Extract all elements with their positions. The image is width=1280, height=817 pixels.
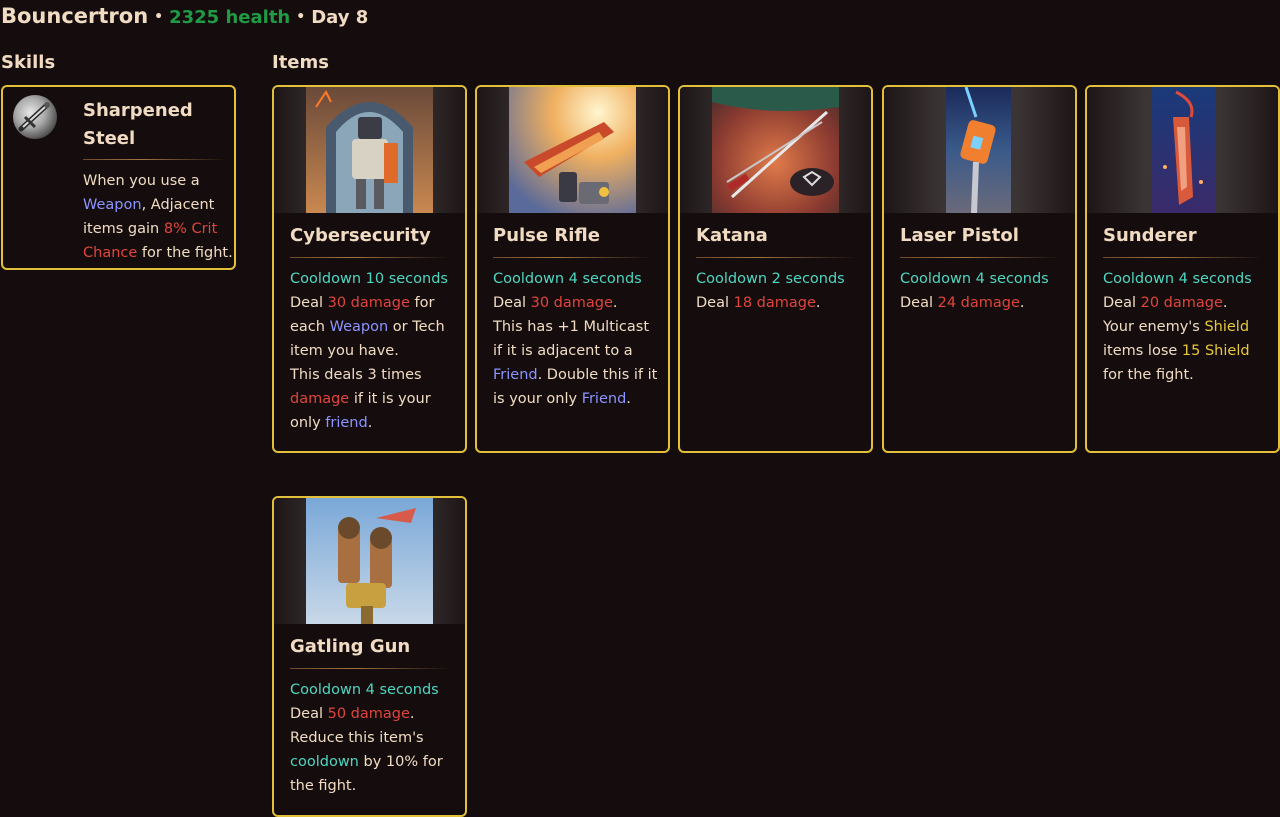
keyword-weapon: Weapon: [83, 197, 142, 213]
keyword-friend: Friend: [581, 391, 627, 407]
keyword-shield-amount: 15 Shield: [1181, 343, 1250, 359]
keyword-damage: damage: [290, 391, 350, 407]
item-title: Pulse Rifle: [493, 225, 600, 246]
item-description: Cooldown 4 seconds Deal 30 damage. This …: [493, 267, 658, 411]
item-description: Cooldown 4 seconds Deal 50 damage. Reduc…: [290, 678, 455, 798]
sword-skill-icon: [13, 95, 57, 139]
player-health: 2325 health: [169, 7, 291, 28]
day-counter: Day 8: [311, 7, 369, 28]
damage-value: 24 damage: [937, 295, 1020, 311]
keyword-cooldown: cooldown: [290, 754, 359, 770]
item-card-gatling-gun[interactable]: Gatling Gun Cooldown 4 seconds Deal 50 d…: [272, 496, 467, 817]
item-description: Cooldown 4 seconds Deal 24 damage.: [900, 267, 1065, 315]
item-title: Gatling Gun: [290, 636, 411, 657]
item-card-pulse-rifle[interactable]: Pulse Rifle Cooldown 4 seconds Deal 30 d…: [475, 85, 670, 453]
skill-card-sharpened-steel[interactable]: Sharpened Steel When you use a Weapon, Ad…: [1, 85, 236, 270]
item-cooldown: Cooldown 4 seconds: [493, 271, 642, 287]
item-description: Cooldown 2 seconds Deal 18 damage.: [696, 267, 861, 315]
item-title: Laser Pistol: [900, 225, 1019, 246]
katana-art-icon: [712, 87, 839, 213]
header-separator: •: [154, 9, 164, 25]
item-description: Cooldown 4 seconds Deal 20 damage. Your …: [1103, 267, 1268, 387]
sunderer-art-icon: [1151, 87, 1215, 213]
keyword-weapon: Weapon: [329, 319, 389, 335]
skills-heading: Skills: [1, 52, 56, 73]
item-title: Katana: [696, 225, 768, 246]
skill-description: When you use a Weapon, Adjacent items ga…: [83, 173, 233, 261]
damage-value: 30 damage: [530, 295, 613, 311]
damage-value: 50 damage: [327, 706, 410, 722]
skill-title: Sharpened Steel: [83, 100, 193, 149]
keyword-shield: Shield: [1204, 319, 1250, 335]
item-cooldown: Cooldown 2 seconds: [696, 271, 845, 287]
item-card-katana[interactable]: Katana Cooldown 2 seconds Deal 18 damage…: [678, 85, 873, 453]
item-card-cybersecurity[interactable]: Cybersecurity Cooldown 10 seconds Deal 3…: [272, 85, 467, 453]
item-cooldown: Cooldown 10 seconds: [290, 271, 448, 287]
item-cooldown: Cooldown 4 seconds: [900, 271, 1049, 287]
pulse-rifle-art-icon: [509, 87, 636, 213]
damage-value: 30 damage: [327, 295, 410, 311]
laser-pistol-art-icon: [946, 87, 1011, 213]
player-header: Bouncertron • 2325 health • Day 8: [1, 4, 368, 28]
item-card-sunderer[interactable]: Sunderer Cooldown 4 seconds Deal 20 dama…: [1085, 85, 1280, 453]
item-cooldown: Cooldown 4 seconds: [290, 682, 439, 698]
damage-value: 20 damage: [1140, 295, 1223, 311]
cybersecurity-art-icon: [306, 87, 433, 213]
item-description: Cooldown 10 seconds Deal 30 damage for e…: [290, 267, 455, 435]
damage-value: 18 damage: [733, 295, 816, 311]
gatling-gun-art-icon: [306, 498, 433, 624]
item-cooldown: Cooldown 4 seconds: [1103, 271, 1252, 287]
keyword-friend: Friend: [493, 367, 538, 383]
items-heading: Items: [272, 52, 329, 73]
header-separator: •: [296, 9, 306, 25]
player-name: Bouncertron: [1, 4, 149, 28]
keyword-friend: friend: [325, 415, 368, 431]
item-card-laser-pistol[interactable]: Laser Pistol Cooldown 4 seconds Deal 24 …: [882, 85, 1077, 453]
skill-divider: [83, 159, 228, 160]
item-title: Sunderer: [1103, 225, 1197, 246]
item-title: Cybersecurity: [290, 225, 431, 246]
